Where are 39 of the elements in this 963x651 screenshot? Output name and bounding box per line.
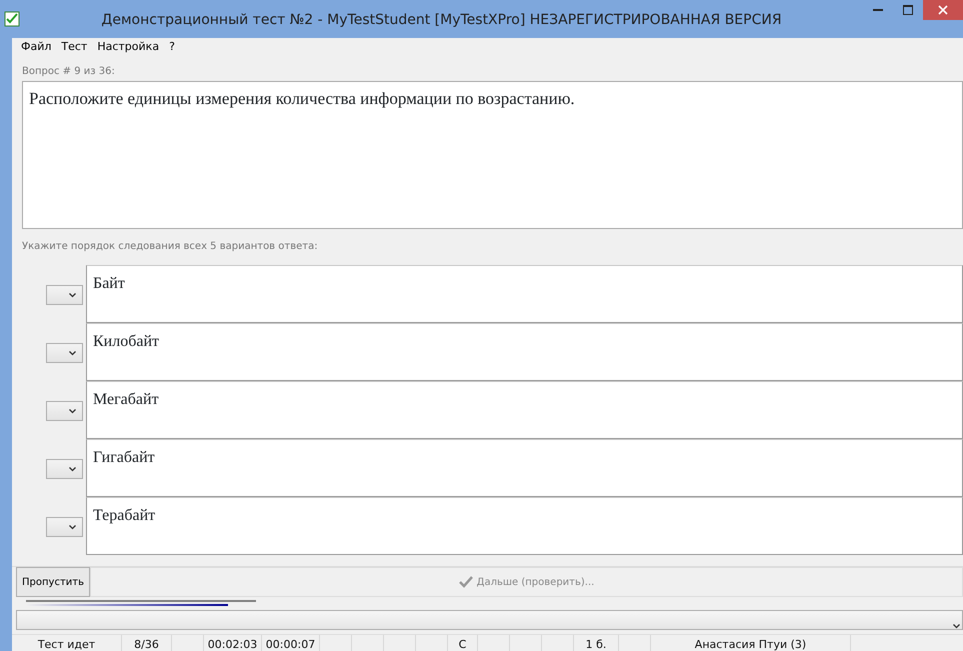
menu-item[interactable]: Тест [56,38,92,56]
status-cell: 00:00:07 [262,635,320,651]
close-icon [938,5,948,15]
minimize-icon [873,9,883,11]
status-cell: 1 б. [574,635,619,651]
order-dropdown[interactable] [46,517,83,537]
order-dropdown[interactable] [46,285,83,305]
status-cell: 8/36 [122,635,172,651]
instruction-text: Укажите порядок следования всех 5 вариантов ответа: [21,240,319,254]
skip-button[interactable]: Пропустить [16,567,90,597]
caret-icon [953,624,960,629]
status-cell: Анастасия Птуи (3) [651,635,851,651]
order-dropdown[interactable] [46,459,83,479]
status-cell: С [448,635,478,651]
caret-icon [69,408,76,414]
close-button[interactable] [923,0,963,20]
dropdown[interactable] [16,610,963,630]
caret-icon [69,292,76,298]
menu-item[interactable]: Файл [16,38,56,56]
question-counter: Вопрос # 9 из 36: [21,65,116,79]
answer-option: Байт [86,265,963,323]
app-icon [4,11,20,27]
answer-option: Килобайт [86,323,963,381]
status-cell: Тест идет [12,635,122,651]
menu-item[interactable]: Настройка [92,38,164,56]
caret-icon [69,524,76,530]
answer-option: Терабайт [86,497,963,555]
caret-icon [69,350,76,356]
answer-option: Гигабайт [86,439,963,497]
maximize-icon [903,5,913,15]
caret-icon [69,466,76,472]
menu-item[interactable]: ? [164,38,180,56]
order-dropdown[interactable] [46,343,83,363]
status-cell: 00:02:03 [204,635,262,651]
order-dropdown[interactable] [46,401,83,421]
window-title: Демонстрационный тест №2 - MyTestStudent [MyTestXPro] НЕЗАРЕГИСТРИРОВАННАЯ ВЕРСИЯ [100,10,783,30]
checkmark-icon [458,576,473,588]
answer-option: Мегабайт [86,381,963,439]
question-text: Расположите единицы измерения количества информации по возрастанию. [29,89,575,108]
